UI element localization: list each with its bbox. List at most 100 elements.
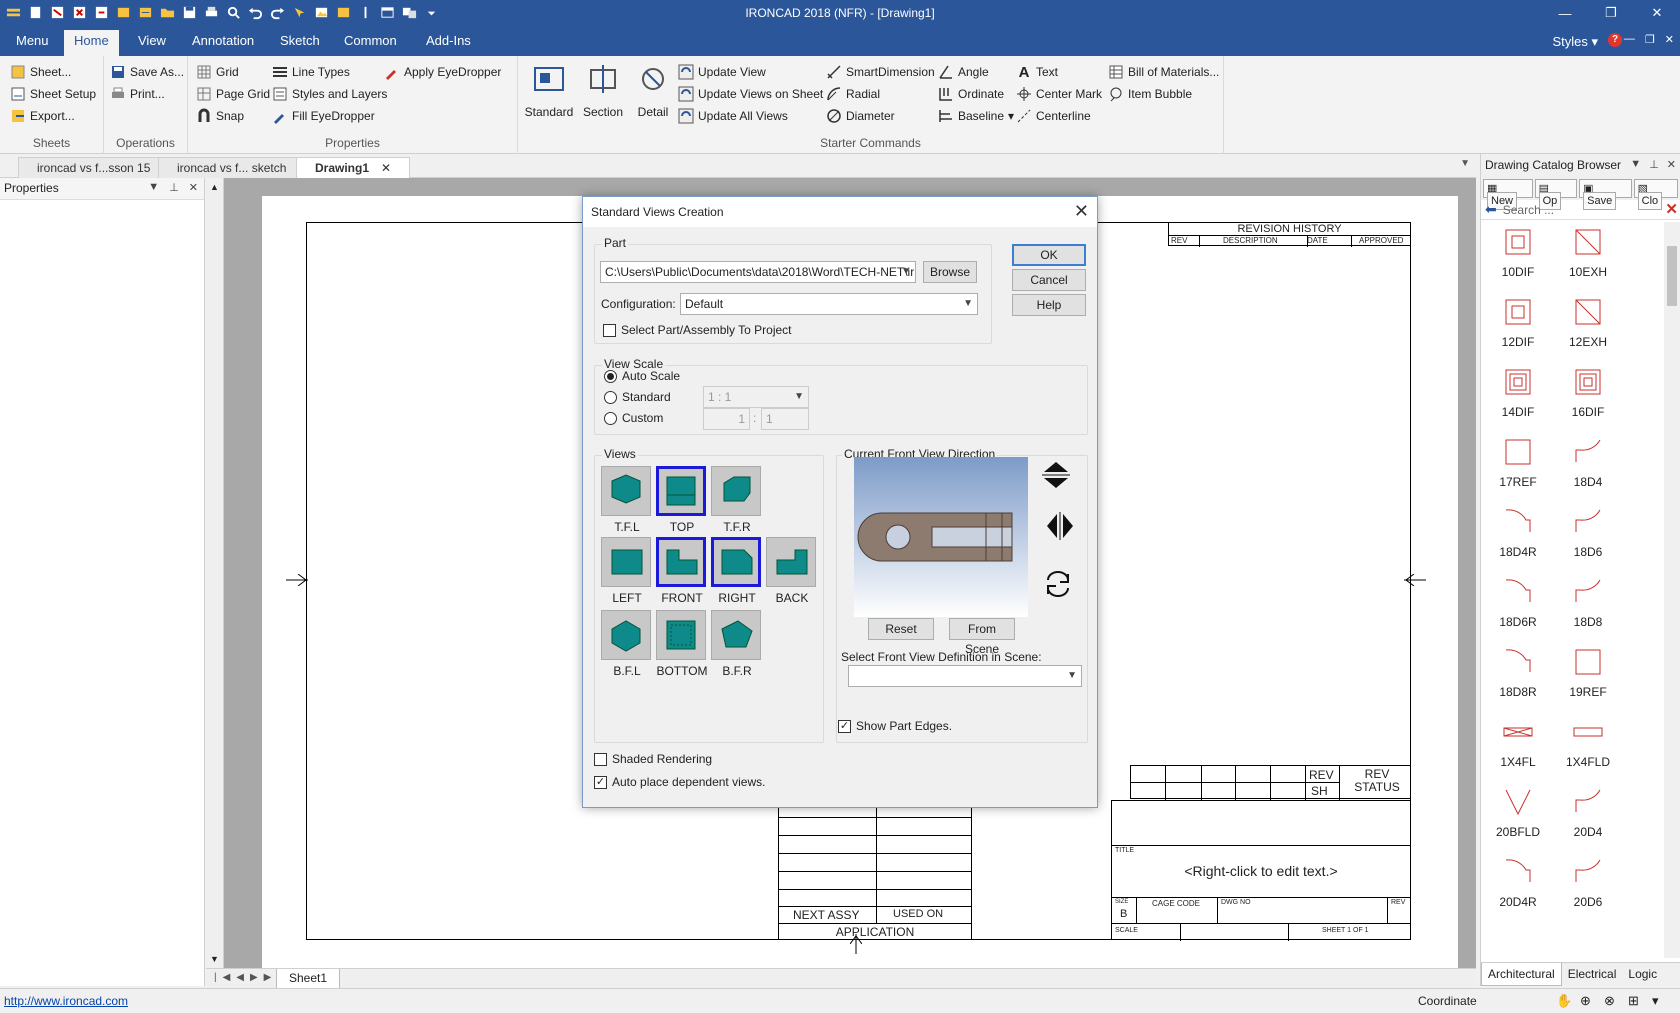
catalog-scroll-thumb[interactable]	[1667, 246, 1677, 306]
cancel-button[interactable]: Cancel	[1012, 269, 1086, 291]
detail-view-button[interactable]: Detail	[626, 62, 680, 119]
browse-button[interactable]: Browse	[923, 261, 977, 283]
configuration-combo[interactable]: Default ▼	[680, 293, 978, 315]
radial-button[interactable]: Radial	[826, 84, 880, 104]
doc-minimize-icon[interactable]: —	[1624, 33, 1635, 46]
ordinate-button[interactable]: Ordinate	[938, 84, 1004, 104]
catalog-item[interactable]: 19REF	[1553, 646, 1623, 699]
back-arrow-icon[interactable]: ⬅	[1485, 201, 1497, 218]
catalog-scrollbar[interactable]	[1664, 222, 1680, 958]
catalog-search-input[interactable]: Search ...	[1503, 203, 1554, 217]
tab-sketch[interactable]: Sketch	[270, 32, 330, 56]
catalog-close-button[interactable]: ▧ Clo	[1633, 179, 1678, 210]
help-button[interactable]: Help	[1012, 294, 1086, 316]
catalog-item[interactable]: 20D6	[1553, 856, 1623, 909]
reset-button[interactable]: Reset	[868, 618, 934, 640]
section-view-button[interactable]: Section	[576, 62, 630, 119]
catalog-item[interactable]: 12DIF	[1483, 296, 1553, 349]
standard-scale-combo[interactable]: 1 : 1 ▼	[703, 386, 809, 408]
line-types-button[interactable]: Line Types	[272, 62, 350, 82]
scroll-up-icon[interactable]: ▲	[210, 182, 219, 192]
sheet-setup-button[interactable]: Sheet Setup	[10, 84, 96, 104]
catalog-item[interactable]: 18D4R	[1483, 506, 1553, 559]
text-button[interactable]: A Text	[1016, 62, 1058, 82]
select-part-checkbox[interactable]: Select Part/Assembly To Project	[603, 323, 792, 337]
catalog-item[interactable]: 20BFLD	[1483, 786, 1553, 839]
snap-button[interactable]: Snap	[196, 106, 244, 126]
doc-close-icon[interactable]: ✕	[1665, 33, 1674, 46]
tab-menu[interactable]: Menu	[6, 32, 59, 56]
print-button[interactable]: Print...	[110, 84, 165, 104]
view-tile-bfl[interactable]: B.F.L	[601, 610, 653, 678]
styles-layers-button[interactable]: Styles and Layers	[272, 84, 387, 104]
catalog-pin-icon[interactable]: ⊥	[1649, 158, 1659, 171]
restore-button[interactable]: ❐	[1588, 0, 1634, 26]
close-button[interactable]: ✕	[1634, 0, 1680, 26]
zoom-icon[interactable]: ⊕	[1580, 993, 1591, 1009]
catalog-item[interactable]: 18D6	[1553, 506, 1623, 559]
catalog-item[interactable]: 18D4	[1553, 436, 1623, 489]
export-button[interactable]: Export...	[10, 106, 75, 126]
panel-menu-icon[interactable]: ▼	[148, 181, 159, 194]
catalog-item[interactable]: 18D8	[1553, 576, 1623, 629]
catalog-tab-architectural[interactable]: Architectural	[1481, 963, 1562, 986]
catalog-menu-icon[interactable]: ▼	[1630, 158, 1641, 171]
standard-scale-radio[interactable]: Standard	[604, 390, 671, 404]
close-tab-icon[interactable]: ✕	[381, 161, 391, 175]
sheet-tab-sheet1[interactable]: Sheet1	[276, 969, 341, 989]
minimize-button[interactable]: —	[1542, 0, 1588, 26]
apply-eyedropper-button[interactable]: Apply EyeDropper	[384, 62, 501, 82]
catalog-save-button[interactable]: ▣ Save	[1579, 179, 1632, 210]
standard-view-button[interactable]: Standard	[522, 62, 576, 119]
catalog-tab-logic[interactable]: Logic	[1622, 963, 1663, 986]
catalog-item[interactable]: 1X4FL	[1483, 716, 1553, 769]
catalog-item[interactable]: 14DIF	[1483, 366, 1553, 419]
bill-of-materials-button[interactable]: Bill of Materials...	[1108, 62, 1219, 82]
tab-add-ins[interactable]: Add-Ins	[416, 32, 481, 56]
custom-scale-numerator[interactable]: 1	[703, 408, 750, 430]
smart-dimension-button[interactable]: SmartDimension	[826, 62, 935, 82]
view-tile-top[interactable]: TOP	[656, 466, 708, 534]
angle-button[interactable]: Angle	[938, 62, 989, 82]
flip-vertical-button[interactable]	[1040, 459, 1072, 491]
catalog-close-icon[interactable]: ✕	[1667, 158, 1676, 171]
doc-tab-drawing1[interactable]: Drawing1 ✕	[296, 157, 411, 178]
catalog-open-button[interactable]: ▤ Op	[1534, 179, 1578, 210]
diameter-button[interactable]: Diameter	[826, 106, 895, 126]
tab-annotation[interactable]: Annotation	[182, 32, 264, 56]
center-mark-button[interactable]: Center Mark	[1016, 84, 1102, 104]
tabs-overflow-icon[interactable]: ▼	[1460, 158, 1470, 169]
tab-view[interactable]: View	[128, 32, 176, 56]
front-definition-combo[interactable]: ▼	[848, 665, 1082, 687]
baseline-dropdown-icon[interactable]: ▾	[1008, 109, 1014, 123]
catalog-item[interactable]: 18D8R	[1483, 646, 1553, 699]
ok-button[interactable]: OK	[1012, 244, 1086, 266]
doc-tab-1[interactable]: ironcad vs f...sson 15	[18, 157, 170, 178]
view-options-icon[interactable]: ▾	[1652, 993, 1659, 1009]
catalog-item[interactable]: 17REF	[1483, 436, 1553, 489]
catalog-item[interactable]: 20D4R	[1483, 856, 1553, 909]
canvas-vertical-scrollbar[interactable]: ▲ ▼	[206, 178, 224, 968]
view-tile-left[interactable]: LEFT	[601, 537, 653, 605]
help-icon[interactable]: ?	[1608, 33, 1622, 47]
auto-place-checkbox[interactable]: ✓ Auto place dependent views.	[594, 775, 765, 789]
show-edges-checkbox[interactable]: ✓ Show Part Edges.	[838, 719, 952, 733]
zoom-fit-icon[interactable]: ⊞	[1628, 993, 1639, 1009]
scroll-down-icon[interactable]: ▼	[210, 954, 219, 964]
view-tile-front[interactable]: FRONT	[656, 537, 708, 605]
flip-horizontal-button[interactable]	[1044, 510, 1076, 542]
view-tile-back[interactable]: BACK	[766, 537, 818, 605]
shaded-rendering-checkbox[interactable]: Shaded Rendering	[594, 752, 712, 766]
catalog-item[interactable]: 20D4	[1553, 786, 1623, 839]
doc-tab-2[interactable]: ironcad vs f... sketch	[158, 157, 306, 178]
update-view-button[interactable]: Update View	[678, 62, 766, 82]
save-as-button[interactable]: Save As...	[110, 62, 184, 82]
rotate-button[interactable]	[1042, 568, 1074, 600]
custom-scale-radio[interactable]: Custom	[604, 411, 663, 425]
dialog-close-icon[interactable]: ✕	[1074, 201, 1089, 222]
catalog-tab-electrical[interactable]: Electrical	[1562, 963, 1623, 986]
page-grid-button[interactable]: Page Grid	[196, 84, 270, 104]
doc-restore-icon[interactable]: ❐	[1645, 33, 1655, 46]
styles-dropdown[interactable]: Styles ▾	[1552, 34, 1598, 50]
sheet-button[interactable]: Sheet...	[10, 62, 71, 82]
